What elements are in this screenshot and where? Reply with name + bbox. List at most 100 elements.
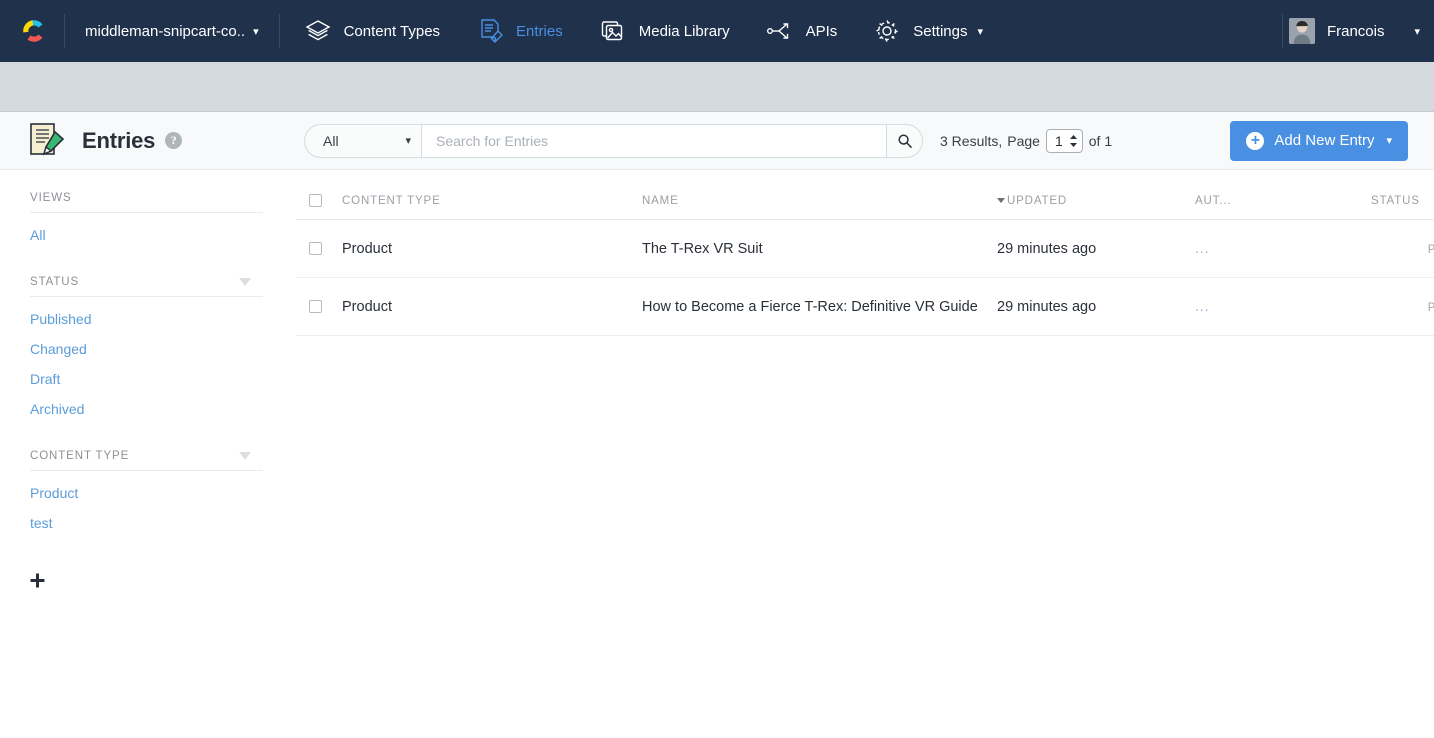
sidebar-views-list: All [0,213,296,254]
column-header-status[interactable]: STATUS [1371,170,1434,220]
avatar[interactable] [1288,18,1315,44]
nav-item-content-types-label: Content Types [343,22,441,40]
status-badge: PUBLISHED [1428,302,1434,314]
nav-item-media-library-label: Media Library [638,22,730,40]
entries-table-area: CONTENT TYPE NAME UPDATED AUT... STATUS … [296,170,1434,738]
workbench-header: Entries ? All ▾ 3 Results, Page 1 [0,112,1434,170]
sidebar-item-test[interactable]: test [0,508,296,538]
page-title: Entries [82,127,156,153]
entries-table-body: Product The T-Rex VR Suit 29 minutes ago… [296,219,1434,336]
search-button[interactable] [887,123,923,158]
column-header-author[interactable]: AUT... [1195,170,1371,220]
page-title-group: Entries ? [26,120,183,162]
page-number-value: 1 [1054,132,1063,149]
paginator: 3 Results, Page 1 of 1 [940,128,1112,153]
contentful-logo-icon [23,20,43,42]
table-row[interactable]: Product The T-Rex VR Suit 29 minutes ago… [296,219,1434,278]
nav-item-content-types[interactable]: Content Types [286,0,458,62]
stepper-arrows-icon [1069,134,1078,148]
avatar-photo-icon [1288,18,1315,44]
add-view-button[interactable] [0,542,296,592]
sidebar-section-label: STATUS [30,276,80,288]
entries-page-icon [26,120,68,162]
plus-circle-icon: + [1246,131,1265,150]
plus-icon [30,573,45,588]
sort-descending-icon [997,198,1005,204]
table-header-row: CONTENT TYPE NAME UPDATED AUT... STATUS [296,170,1434,220]
page-label: Page [1007,132,1040,149]
sidebar-section-title-status[interactable]: STATUS [0,254,296,296]
row-checkbox[interactable] [309,242,322,256]
sidebar-item-draft[interactable]: Draft [0,364,296,394]
table-row[interactable]: Product How to Become a Fierce T-Rex: De… [296,277,1434,336]
row-content-type: Product [342,219,642,278]
contentful-logo-button[interactable] [10,0,58,62]
row-author: ... [1195,298,1210,314]
layers-icon [304,17,332,45]
collapse-triangle-icon [239,452,251,460]
search-input[interactable] [421,123,887,158]
chevron-down-icon: ▾ [977,25,984,38]
row-content-type: Product [342,277,642,336]
navbar-divider-left [64,14,65,48]
help-icon[interactable]: ? [165,132,183,149]
chevron-down-icon[interactable]: ▾ [1386,134,1392,147]
sidebar-item-all[interactable]: All [0,213,296,250]
image-stack-icon [599,17,627,45]
sidebar-item-archived[interactable]: Archived [0,394,296,424]
column-header-name[interactable]: NAME [642,170,997,220]
api-node-icon [766,17,794,45]
sidebar-status-list: Published Changed Draft Archived [0,297,296,428]
status-badge: PUBLISHED [1428,244,1434,256]
row-select-cell [296,219,342,278]
row-name[interactable]: The T-Rex VR Suit [642,219,997,278]
search-icon [897,133,912,148]
top-navbar: middleman-snipcart-co.. ▾ Content Types … [0,0,1434,62]
row-select-cell [296,277,342,336]
page-body: VIEWS All STATUS Published Changed Draft… [0,170,1434,738]
user-name-label: Francois [1326,22,1385,40]
row-updated: 29 minutes ago [997,219,1195,278]
select-all-checkbox[interactable] [309,194,322,207]
sidebar-section-title-content-type[interactable]: CONTENT TYPE [0,428,296,470]
column-header-content-type[interactable]: CONTENT TYPE [342,170,642,220]
results-count-label: 3 Results, [940,132,1003,149]
chevron-down-icon: ▾ [405,135,411,147]
sidebar-content-type-list: Product test [0,471,296,542]
nav-item-entries[interactable]: Entries [458,0,581,62]
secondary-band [0,62,1434,112]
navbar-divider-right [278,14,280,48]
nav-item-settings[interactable]: Settings ▾ [855,0,1001,62]
content-type-filter-select[interactable]: All ▾ [304,123,421,158]
nav-item-entries-label: Entries [516,22,563,40]
nav-item-apis-label: APIs [805,22,838,40]
space-selector[interactable]: middleman-snipcart-co.. ▾ [71,0,273,62]
row-checkbox[interactable] [309,300,322,314]
collapse-triangle-icon [239,278,251,286]
navbar-divider-user [1281,14,1283,48]
sidebar-item-changed[interactable]: Changed [0,334,296,364]
column-header-select-all [296,170,342,220]
nav-item-apis[interactable]: APIs [748,0,856,62]
column-header-updated[interactable]: UPDATED [997,170,1195,220]
row-name[interactable]: How to Become a Fierce T-Rex: Definitive… [642,277,997,336]
chevron-down-icon[interactable]: ▾ [1414,25,1420,38]
row-author: ... [1195,240,1210,256]
chevron-down-icon: ▾ [253,25,259,38]
sidebar: VIEWS All STATUS Published Changed Draft… [0,170,296,738]
entries-document-pen-icon [476,17,504,45]
sidebar-section-label: VIEWS [30,192,72,204]
column-header-updated-label: UPDATED [1007,195,1068,207]
space-name-label: middleman-snipcart-co.. [85,22,246,40]
navbar-user-section: Francois ▾ [1276,0,1434,62]
content-type-filter-value: All [323,132,339,149]
page-number-stepper[interactable]: 1 [1045,128,1083,153]
sidebar-item-product[interactable]: Product [0,471,296,508]
sidebar-section-title-views: VIEWS [0,170,296,212]
add-new-entry-button[interactable]: + Add New Entry ▾ [1230,120,1408,161]
sidebar-section-label: CONTENT TYPE [30,450,130,462]
nav-item-media-library[interactable]: Media Library [581,0,748,62]
entries-table: CONTENT TYPE NAME UPDATED AUT... STATUS … [296,170,1434,336]
sidebar-item-published[interactable]: Published [0,297,296,334]
nav-item-settings-label: Settings [913,22,968,40]
